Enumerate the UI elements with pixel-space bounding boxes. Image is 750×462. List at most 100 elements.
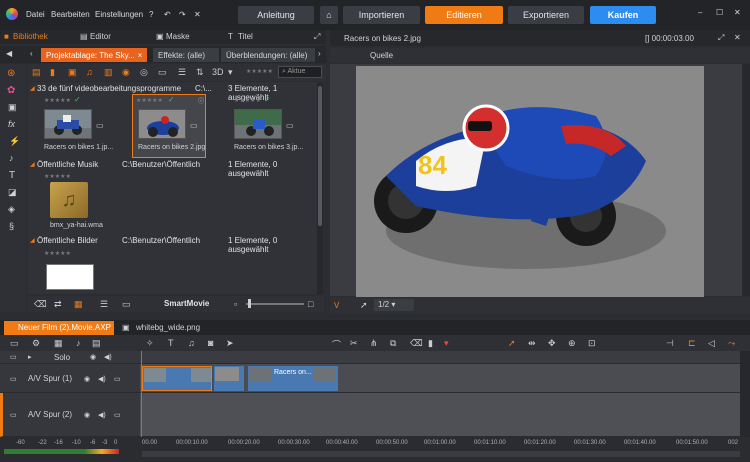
photo-icon[interactable]: ▣ bbox=[68, 67, 77, 78]
chevron-down-icon[interactable]: ◢ bbox=[30, 85, 35, 92]
music-thumbnail[interactable]: ♫ bbox=[50, 182, 88, 218]
snap-icon[interactable]: ⌒ bbox=[332, 338, 341, 351]
audio-mixer-icon[interactable]: ♪ bbox=[76, 338, 81, 348]
list-view-icon[interactable]: ☰ bbox=[178, 67, 186, 78]
fit-icon[interactable]: ⊡ bbox=[588, 338, 596, 349]
close-icon[interactable]: ✕ bbox=[734, 8, 741, 17]
search-input[interactable]: ⌕ Aktue bbox=[278, 66, 322, 78]
tab-mask[interactable]: Maske bbox=[166, 32, 190, 41]
trash-icon[interactable]: ⌫ bbox=[34, 299, 47, 310]
tab-library[interactable]: Bibliothek bbox=[13, 32, 48, 41]
clip-1[interactable] bbox=[142, 366, 212, 391]
white-image-thumbnail[interactable] bbox=[46, 264, 94, 290]
lock-icon[interactable]: ⊏ bbox=[688, 338, 696, 349]
thumbnail-size-slider[interactable] bbox=[246, 303, 304, 305]
settings-icon[interactable]: ⚙ bbox=[32, 338, 40, 349]
split-icon[interactable]: ⋔ bbox=[370, 338, 378, 349]
clip-icon[interactable]: ▮ bbox=[428, 338, 433, 349]
track-2-name[interactable]: A/V Spur (2) bbox=[28, 410, 72, 419]
zoom-in-icon[interactable]: □ bbox=[308, 299, 313, 309]
menu-einstellungen[interactable]: Einstellungen bbox=[95, 10, 143, 19]
section-header[interactable]: ◢ Öffentliche Bilder C:\Benutzer\Öffentl… bbox=[28, 236, 318, 254]
text-icon[interactable]: T bbox=[9, 170, 15, 181]
pan-icon[interactable]: ⤳ bbox=[728, 338, 735, 349]
thumbnail-racers-3[interactable] bbox=[234, 109, 282, 139]
dropdown-icon[interactable]: ▾ bbox=[228, 67, 233, 78]
collapse-icon[interactable]: ◀ bbox=[6, 49, 12, 58]
sync-icon[interactable]: ⇄ bbox=[54, 299, 62, 310]
back-icon[interactable]: ‹ bbox=[30, 49, 33, 58]
tab-source[interactable]: Quelle bbox=[370, 51, 393, 60]
close-tab-icon[interactable]: × bbox=[138, 51, 143, 60]
volume-icon[interactable]: ◁ bbox=[708, 338, 715, 349]
expand-icon[interactable]: ⤢ bbox=[314, 32, 320, 42]
music-icon[interactable]: ♪ bbox=[9, 153, 14, 163]
video-icon[interactable]: ▮ bbox=[50, 67, 55, 78]
forward-icon[interactable]: › bbox=[318, 49, 321, 58]
page-select[interactable]: 1/2 ▾ bbox=[374, 299, 414, 311]
monitor-icon[interactable]: ▭ bbox=[114, 411, 121, 419]
pointer-icon[interactable]: ➚ bbox=[508, 338, 516, 349]
subtab-project-bin[interactable]: Projektablage: The Sky... × bbox=[41, 48, 147, 62]
subtab-effects[interactable]: Effekte: (alle) bbox=[153, 48, 219, 62]
slider-handle[interactable] bbox=[248, 299, 251, 308]
tab-title[interactable]: Titel bbox=[238, 32, 253, 41]
move-icon[interactable]: ✥ bbox=[548, 338, 556, 349]
playhead[interactable] bbox=[141, 351, 142, 437]
audio-icon[interactable]: ♫ bbox=[188, 338, 195, 348]
folder-icon[interactable]: ▭ bbox=[158, 67, 167, 78]
grid-view-icon[interactable]: ▦ bbox=[74, 299, 83, 310]
timeline-h-scrollbar[interactable] bbox=[142, 451, 740, 457]
rating-filter[interactable]: ★★★★★ bbox=[246, 68, 273, 75]
eye-icon[interactable]: ◎ bbox=[140, 67, 148, 78]
menu-datei[interactable]: Datei bbox=[26, 10, 45, 19]
speaker-icon[interactable]: ◀) bbox=[98, 411, 106, 419]
sort-icon[interactable]: ⇅ bbox=[196, 67, 204, 78]
dynamic-length-icon[interactable]: ⊣ bbox=[666, 338, 674, 349]
lock-icon[interactable]: ▭ bbox=[10, 353, 17, 361]
cut-icon[interactable]: ✂ bbox=[350, 338, 358, 349]
preview-scrollbar[interactable] bbox=[742, 64, 750, 296]
home-button[interactable]: ⌂ bbox=[320, 6, 338, 24]
scrollbar-thumb[interactable] bbox=[318, 86, 322, 226]
help-icon[interactable]: ? bbox=[149, 10, 153, 19]
smartmovie-button[interactable]: SmartMovie bbox=[164, 299, 209, 308]
speaker-icon[interactable]: ◀) bbox=[104, 353, 112, 361]
menu-bearbeiten[interactable]: Bearbeiten bbox=[51, 10, 90, 19]
layers-icon[interactable]: ◈ bbox=[8, 204, 15, 215]
tab-movie-project[interactable]: Neuer Film (2).Movie.AXP bbox=[4, 321, 114, 335]
delete-icon[interactable]: ✕ bbox=[194, 10, 201, 19]
eye-icon[interactable]: ◉ bbox=[90, 353, 96, 361]
project-icon[interactable]: ▥ bbox=[104, 67, 113, 78]
sound-effects-icon[interactable]: § bbox=[9, 221, 14, 231]
edit-button[interactable]: Editieren bbox=[425, 6, 503, 24]
redo-icon[interactable]: ↷ bbox=[179, 10, 186, 19]
rating-stars[interactable]: ★★★★★ bbox=[136, 97, 163, 104]
fullscreen-icon[interactable]: ⤢ bbox=[718, 33, 724, 43]
buy-button[interactable]: Kaufen bbox=[590, 6, 656, 24]
monitor-icon[interactable]: ▭ bbox=[114, 375, 121, 383]
tab-whitebg[interactable]: whitebg_wide.png bbox=[136, 323, 200, 332]
chevron-down-icon[interactable]: ◢ bbox=[30, 161, 35, 168]
montage-icon[interactable]: ◪ bbox=[8, 187, 17, 198]
guide-button[interactable]: Anleitung bbox=[238, 6, 314, 24]
chevron-down-icon[interactable]: ◢ bbox=[30, 237, 35, 244]
grid-icon[interactable]: ▦ bbox=[54, 338, 63, 349]
export-button[interactable]: Exportieren bbox=[508, 6, 584, 24]
marker-icon[interactable]: ▾ bbox=[444, 338, 449, 349]
trash-icon[interactable]: ⌫ bbox=[410, 338, 423, 349]
tab-editor[interactable]: Editor bbox=[90, 32, 111, 41]
3d-icon[interactable]: 3D bbox=[212, 67, 224, 77]
maximize-icon[interactable]: ☐ bbox=[716, 8, 723, 17]
rating-stars[interactable]: ★★★★★ bbox=[234, 97, 261, 104]
solo-icon[interactable]: ▸ bbox=[28, 353, 32, 361]
motion-icon[interactable]: ➤ bbox=[226, 338, 234, 349]
media-icon[interactable]: ▣ bbox=[8, 102, 17, 113]
text-icon[interactable]: T bbox=[168, 338, 174, 348]
thumbnail-racers-2[interactable] bbox=[138, 109, 186, 139]
rating-stars[interactable]: ★★★★★ bbox=[44, 250, 71, 257]
storyboard-icon[interactable]: ▤ bbox=[92, 338, 101, 349]
audio-icon[interactable]: ♫ bbox=[86, 67, 93, 77]
clip-2[interactable] bbox=[214, 366, 244, 391]
camera-icon[interactable]: ◙ bbox=[208, 338, 213, 348]
